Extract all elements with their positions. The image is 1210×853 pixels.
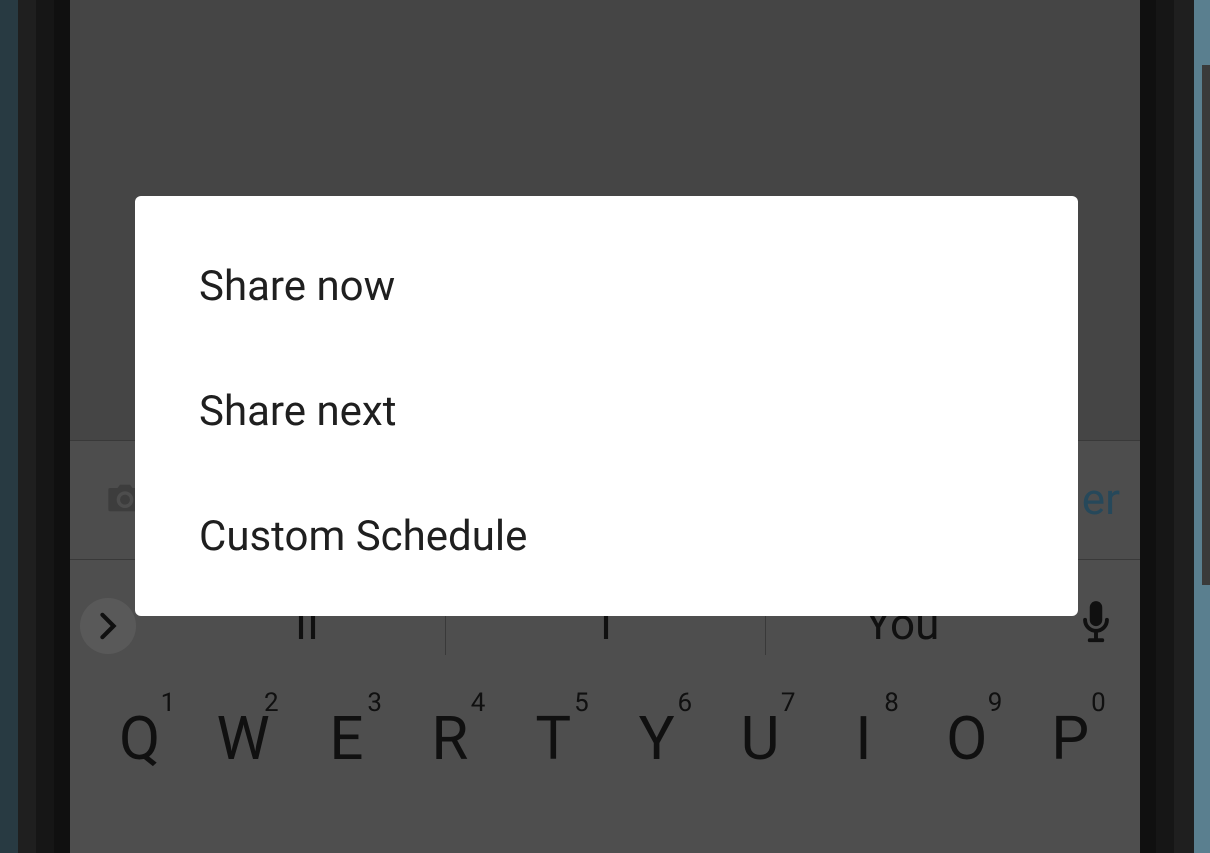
dialog-option-share-next[interactable]: Share next: [135, 349, 1078, 474]
share-options-dialog: Share now Share next Custom Schedule: [135, 196, 1078, 616]
dialog-option-custom-schedule[interactable]: Custom Schedule: [135, 474, 1078, 599]
dialog-option-share-now[interactable]: Share now: [135, 224, 1078, 349]
device-side-button: [1202, 65, 1210, 585]
